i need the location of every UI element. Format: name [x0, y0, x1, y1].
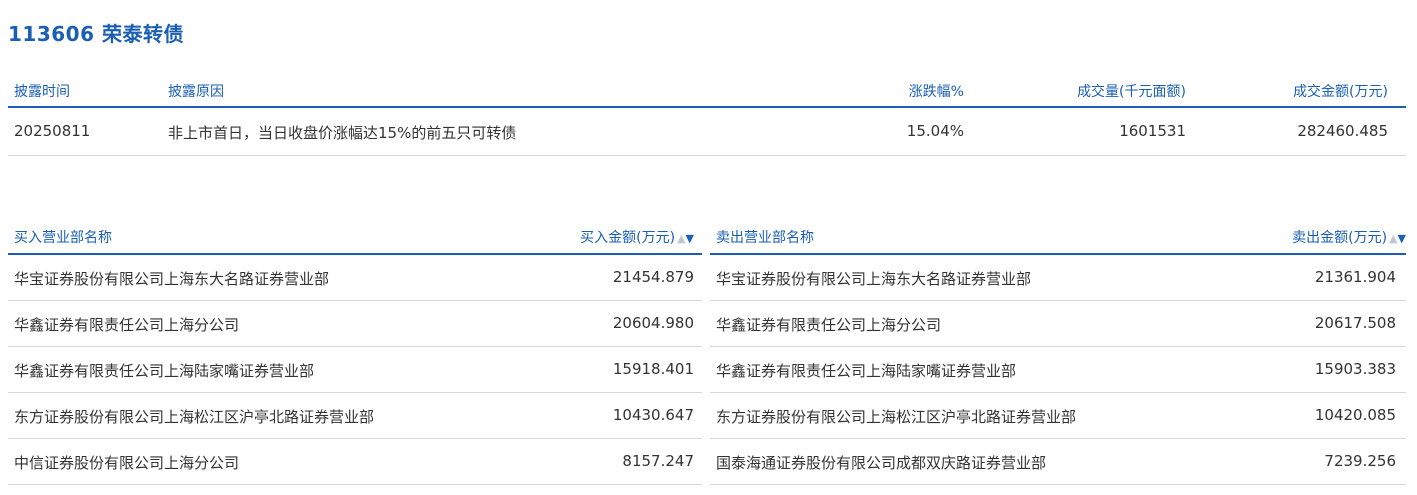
- sell-amount-sort-header[interactable]: 卖出金额(万元) ▲▼: [1292, 227, 1406, 247]
- header-disclosure-reason: 披露原因: [168, 84, 224, 100]
- table-row: 华鑫证券有限责任公司上海分公司 20617.508: [710, 301, 1406, 347]
- table-row: 中信证券股份有限公司上海分公司 8157.247: [8, 439, 702, 485]
- table-row: 东方证券股份有限公司上海松江区沪亭北路证券营业部 10430.647: [8, 393, 702, 439]
- sell-branch-name: 东方证券股份有限公司上海松江区沪亭北路证券营业部: [716, 408, 1077, 426]
- sell-amount-header-label: 卖出金额(万元): [1292, 230, 1388, 246]
- sort-icon[interactable]: ▲▼: [677, 232, 694, 245]
- sort-icon[interactable]: ▲▼: [1389, 232, 1406, 245]
- buy-amount: 15918.401: [612, 360, 694, 378]
- sell-amount: 7239.256: [1324, 452, 1396, 470]
- sell-header-row: 卖出营业部名称 卖出金额(万元) ▲▼: [710, 218, 1406, 255]
- sell-amount: 21361.904: [1314, 268, 1396, 286]
- sell-table: 卖出营业部名称 卖出金额(万元) ▲▼ 华宝证券股份有限公司上海东大名路证券营业部…: [710, 218, 1406, 485]
- disclosure-header-row: 披露时间 披露原因 涨跌幅% 成交量(千元面额) 成交金额(万元): [8, 72, 1406, 108]
- buy-header-row: 买入营业部名称 买入金额(万元) ▲▼: [8, 218, 702, 255]
- header-change-pct: 涨跌幅%: [908, 84, 964, 100]
- buy-amount-sort-header[interactable]: 买入金额(万元) ▲▼: [580, 227, 694, 247]
- table-row: 国泰海通证券股份有限公司成都双庆路证券营业部 7239.256: [710, 439, 1406, 485]
- turnover-amount-value: 282460.485: [1297, 122, 1388, 140]
- sell-branch-name: 华鑫证券有限责任公司上海分公司: [716, 316, 942, 334]
- buy-branch-name: 华鑫证券有限责任公司上海分公司: [14, 316, 240, 334]
- table-row: 华鑫证券有限责任公司上海陆家嘴证券营业部 15903.383: [710, 347, 1406, 393]
- sell-branch-name: 国泰海通证券股份有限公司成都双庆路证券营业部: [716, 454, 1047, 472]
- buy-amount: 10430.647: [612, 406, 694, 424]
- buy-branch-name-header: 买入营业部名称: [14, 230, 112, 246]
- header-disclosure-time: 披露时间: [14, 84, 70, 100]
- sell-branch-name: 华鑫证券有限责任公司上海陆家嘴证券营业部: [716, 362, 1017, 380]
- disclosure-reason-value: 非上市首日，当日收盘价涨幅达15%的前五只可转债: [168, 124, 517, 142]
- sell-amount: 15903.383: [1314, 360, 1396, 378]
- disclosure-row: 20250811 非上市首日，当日收盘价涨幅达15%的前五只可转债 15.04%…: [8, 108, 1406, 156]
- sort-ascending-icon[interactable]: ▲: [1389, 232, 1397, 245]
- buy-amount: 8157.247: [622, 452, 694, 470]
- buy-amount: 21454.879: [612, 268, 694, 286]
- volume-value: 1601531: [1119, 122, 1186, 140]
- header-turnover-amount: 成交金额(万元): [1293, 84, 1388, 100]
- table-row: 华宝证券股份有限公司上海东大名路证券营业部 21454.879: [8, 255, 702, 301]
- sell-branch-name: 华宝证券股份有限公司上海东大名路证券营业部: [716, 270, 1032, 288]
- sort-descending-icon[interactable]: ▼: [686, 232, 694, 245]
- sort-descending-icon[interactable]: ▼: [1398, 232, 1406, 245]
- buy-amount: 20604.980: [612, 314, 694, 332]
- buy-branch-name: 华鑫证券有限责任公司上海陆家嘴证券营业部: [14, 362, 315, 380]
- change-pct-value: 15.04%: [906, 122, 964, 140]
- table-row: 华鑫证券有限责任公司上海分公司 20604.980: [8, 301, 702, 347]
- disclosure-table: 披露时间 披露原因 涨跌幅% 成交量(千元面额) 成交金额(万元) 202508…: [8, 72, 1406, 156]
- sell-amount: 20617.508: [1314, 314, 1396, 332]
- disclosure-time-value: 20250811: [14, 122, 91, 140]
- sort-ascending-icon[interactable]: ▲: [677, 232, 685, 245]
- buy-branch-name: 中信证券股份有限公司上海分公司: [14, 454, 240, 472]
- table-row: 华宝证券股份有限公司上海东大名路证券营业部 21361.904: [710, 255, 1406, 301]
- table-row: 华鑫证券有限责任公司上海陆家嘴证券营业部 15918.401: [8, 347, 702, 393]
- buy-table: 买入营业部名称 买入金额(万元) ▲▼ 华宝证券股份有限公司上海东大名路证券营业部…: [8, 218, 702, 485]
- sell-amount: 10420.085: [1314, 406, 1396, 424]
- sell-branch-name-header: 卖出营业部名称: [716, 230, 814, 246]
- page-title: 113606 荣泰转债: [8, 22, 184, 46]
- header-volume: 成交量(千元面额): [1077, 84, 1186, 100]
- buy-amount-header-label: 买入金额(万元): [580, 230, 676, 246]
- buy-branch-name: 华宝证券股份有限公司上海东大名路证券营业部: [14, 270, 330, 288]
- table-row: 东方证券股份有限公司上海松江区沪亭北路证券营业部 10420.085: [710, 393, 1406, 439]
- buy-branch-name: 东方证券股份有限公司上海松江区沪亭北路证券营业部: [14, 408, 375, 426]
